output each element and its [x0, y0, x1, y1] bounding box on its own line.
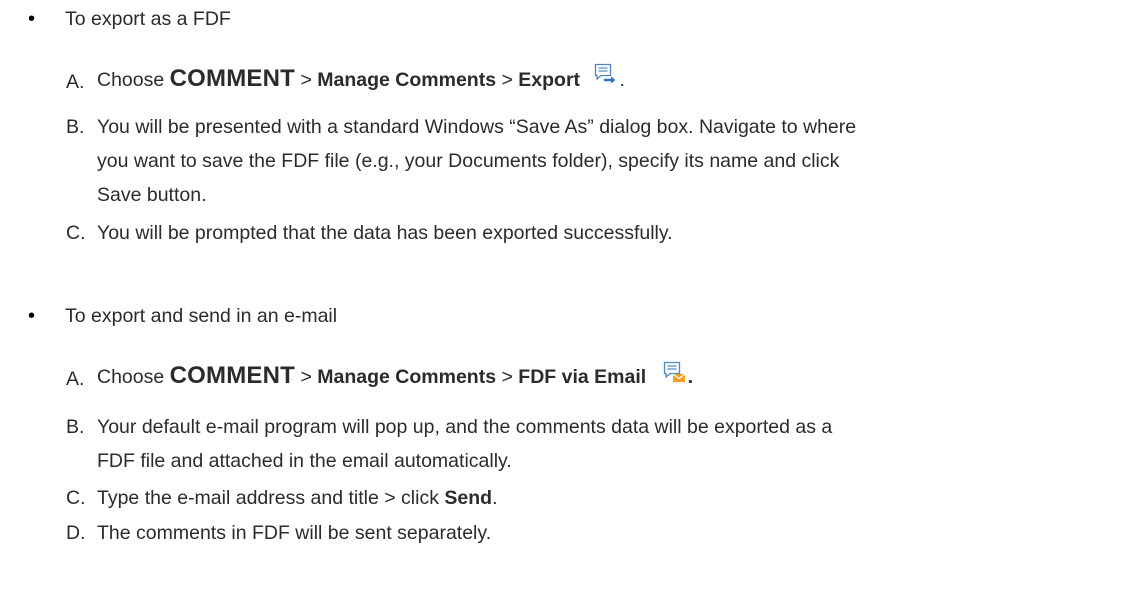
step-prefix: Type the e-mail address and title > clic… [97, 487, 445, 509]
step-end: . [619, 69, 625, 91]
step-line: FDF file and attached in the email autom… [97, 450, 512, 472]
email-comments-icon [662, 360, 688, 384]
step-line: Your default e-mail program will pop up,… [97, 416, 833, 438]
step-letter: D. [66, 522, 86, 544]
section-heading: To export as a FDF [65, 8, 231, 30]
step-line: Save button. [97, 184, 207, 206]
section-heading: To export and send in an e-mail [65, 305, 338, 327]
step-prefix: Choose [97, 366, 170, 388]
bullet: • [28, 8, 36, 30]
step-text: The comments in FDF will be sent separat… [97, 522, 492, 544]
step-prefix: Choose [97, 69, 170, 91]
step-letter: B. [66, 416, 85, 438]
step-line: You will be presented with a standard Wi… [97, 116, 857, 138]
step-letter: B. [66, 116, 85, 138]
bullet: • [28, 305, 36, 327]
submenu-name: Manage Comments [317, 69, 497, 91]
step-letter: C. [66, 222, 86, 244]
submenu-name: Manage Comments [317, 366, 497, 388]
step-line: you want to save the FDF file (e.g., you… [97, 150, 840, 172]
step-letter: A. [66, 368, 85, 390]
menu-item-fdf-via-email: FDF via Email [518, 366, 647, 388]
step-letter: C. [66, 487, 86, 509]
menu-separator: > [496, 69, 519, 91]
menu-separator: > [496, 366, 519, 388]
menu-name: COMMENT [169, 65, 296, 92]
step-letter: A. [66, 71, 85, 93]
export-comments-icon [593, 62, 619, 86]
step-end: . [687, 366, 694, 388]
step-text: Type the e-mail address and title > clic… [97, 481, 497, 515]
menu-separator: > [295, 69, 318, 91]
menu-item-export: Export [518, 69, 581, 91]
menu-separator: > [295, 366, 318, 388]
step-text: Choose COMMENT > Manage Comments > FDF v… [97, 359, 693, 394]
send-label: Send [444, 487, 493, 509]
step-text: Choose COMMENT > Manage Comments > Expor… [97, 62, 625, 97]
step-text: Your default e-mail program will pop up,… [97, 410, 832, 478]
step-text: You will be prompted that the data has b… [97, 222, 673, 244]
step-end: . [492, 487, 498, 509]
menu-name: COMMENT [169, 362, 296, 389]
step-text: You will be presented with a standard Wi… [97, 110, 856, 212]
